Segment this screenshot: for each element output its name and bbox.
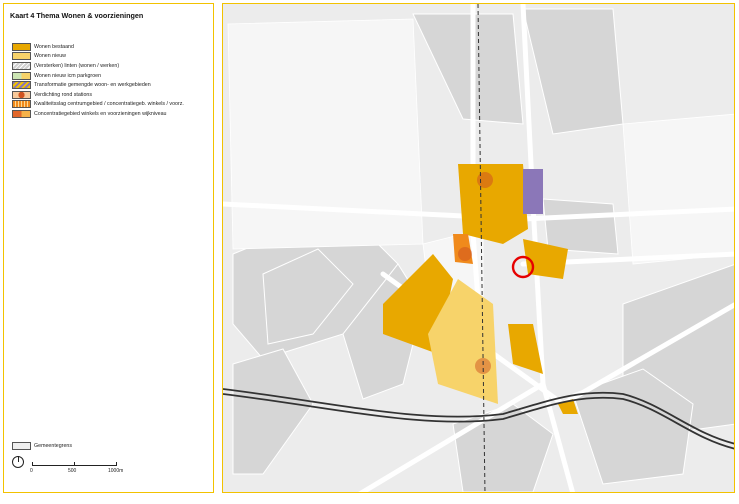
legend-item: Wonen nieuw xyxy=(12,52,184,62)
scale-bar: 0 500 1000m xyxy=(28,456,124,476)
legend-list: Wonen bestaand Wonen nieuw (Versterken) li… xyxy=(12,42,184,119)
legend-item: Wonen bestaand xyxy=(12,42,184,52)
scale-label-0: 0 xyxy=(30,468,33,474)
transformatie-area xyxy=(523,169,543,214)
scale-tick xyxy=(74,462,75,466)
legend-swatch xyxy=(12,109,31,118)
legend-swatch xyxy=(12,52,31,61)
legend-item: Verdichting rond stations xyxy=(12,90,184,100)
legend-item: Transformatie gemengde woon- en werkgebi… xyxy=(12,80,184,90)
legend-label: Wonen nieuw xyxy=(34,53,66,60)
legend-footer: Gemeentegrens 0 500 1000m xyxy=(12,442,212,482)
legend-swatch xyxy=(12,81,31,90)
scale-tick xyxy=(32,462,33,466)
north-arrow-icon xyxy=(12,456,24,468)
legend-label: Wonen nieuw icm parkgroen xyxy=(34,72,102,79)
station-dot xyxy=(477,172,493,188)
legend-label: Kwaliteitsslag centrumgebied / concentra… xyxy=(34,101,184,108)
legend-label: Transformatie gemengde woon- en werkgebi… xyxy=(34,82,151,89)
legend-swatch xyxy=(12,100,31,109)
gemeentegrens-label: Gemeentegrens xyxy=(34,443,72,449)
legend-item: Kwaliteitsslag centrumgebied / concentra… xyxy=(12,100,184,110)
scale-label-1000: 1000m xyxy=(108,468,124,474)
legend-label: Concentratiegebied winkels en voorzienin… xyxy=(34,110,167,117)
station-dot xyxy=(458,247,472,261)
gemeentegrens-swatch xyxy=(12,442,31,450)
map-panel[interactable] xyxy=(222,3,735,493)
legend-label: Verdichting rond stations xyxy=(34,91,93,98)
legend-swatch xyxy=(12,90,31,99)
legend-panel: Kaart 4 Thema Wonen & voorzieningen Wone… xyxy=(3,3,214,493)
legend-item: Wonen nieuw icm parkgroen xyxy=(12,71,184,81)
map-canvas[interactable] xyxy=(223,4,735,493)
legend-item: (Versterken) linten (wonen / werken) xyxy=(12,61,184,71)
legend-swatch xyxy=(12,42,31,51)
legend-swatch xyxy=(12,71,31,80)
scale-tick xyxy=(116,462,117,466)
legend-swatch xyxy=(12,61,31,70)
legend-label: Wonen bestaand xyxy=(34,43,74,50)
legend-item: Concentratiegebied winkels en voorzienin… xyxy=(12,109,184,119)
legend-label: (Versterken) linten (wonen / werken) xyxy=(34,62,120,69)
scale-label-500: 500 xyxy=(68,468,77,474)
gemeentegrens-item: Gemeentegrens xyxy=(12,442,72,450)
map-title: Kaart 4 Thema Wonen & voorzieningen xyxy=(10,11,144,20)
